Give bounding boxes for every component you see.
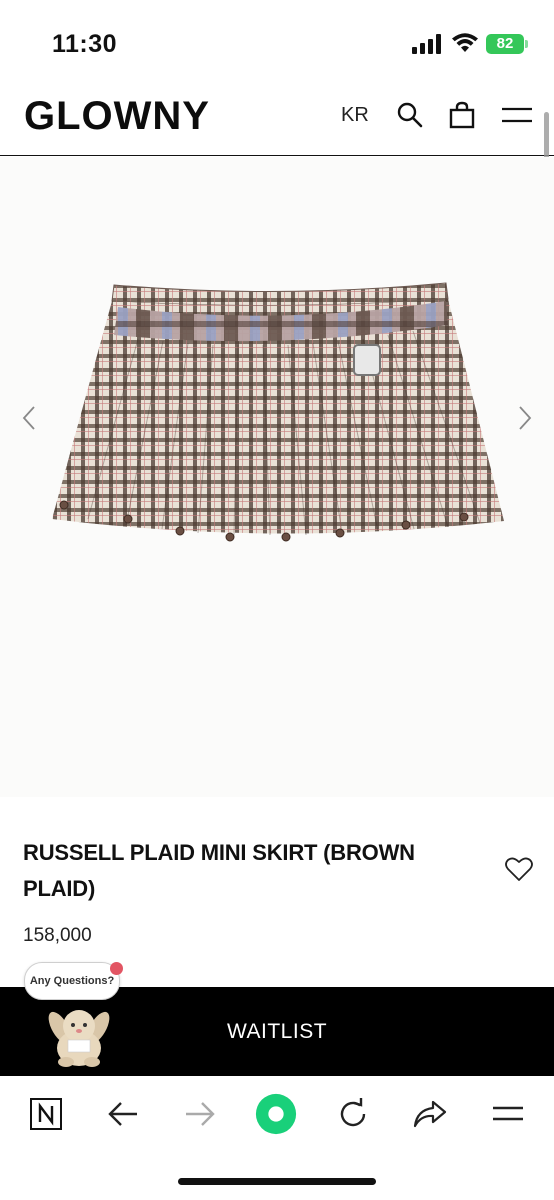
wifi-icon	[452, 33, 478, 52]
heart-outline-icon[interactable]	[504, 855, 534, 883]
hamburger-menu-icon[interactable]	[500, 100, 534, 130]
chat-bubble[interactable]: Any Questions?	[24, 962, 120, 1000]
chevron-left-icon[interactable]	[18, 403, 40, 433]
shopping-bag-icon[interactable]	[447, 100, 477, 130]
share-icon[interactable]	[408, 1092, 452, 1136]
refresh-icon[interactable]	[331, 1092, 375, 1136]
product-image-skirt	[52, 282, 504, 542]
battery-icon: 82	[486, 34, 528, 54]
product-image-gallery[interactable]	[0, 157, 554, 797]
home-green-icon[interactable]	[254, 1092, 298, 1136]
search-icon[interactable]	[395, 100, 425, 130]
home-indicator[interactable]	[178, 1178, 376, 1185]
naver-n-icon[interactable]	[24, 1092, 68, 1136]
chat-widget[interactable]: Any Questions?	[24, 962, 124, 1072]
cellular-signal-icon	[412, 34, 441, 54]
brand-logo[interactable]: GLOWNY	[24, 94, 210, 139]
forward-arrow-icon[interactable]	[178, 1092, 222, 1136]
notification-dot	[110, 962, 123, 975]
bunny-mascot-icon[interactable]	[46, 998, 112, 1068]
menu-icon[interactable]	[486, 1092, 530, 1136]
chevron-right-icon[interactable]	[514, 403, 536, 433]
language-selector[interactable]: KR	[341, 104, 369, 127]
status-bar: 11:30 82	[0, 0, 554, 88]
product-title: RUSSELL PLAID MINI SKIRT (BROWN PLAID)	[23, 840, 415, 901]
site-header: GLOWNY KR	[0, 88, 554, 156]
screen: 11:30 82 GLOWNY KR RUSSELL PLAID MINI SK…	[0, 0, 554, 1200]
back-arrow-icon[interactable]	[101, 1092, 145, 1136]
product-price: 158,000	[23, 925, 92, 946]
status-time: 11:30	[52, 30, 118, 58]
